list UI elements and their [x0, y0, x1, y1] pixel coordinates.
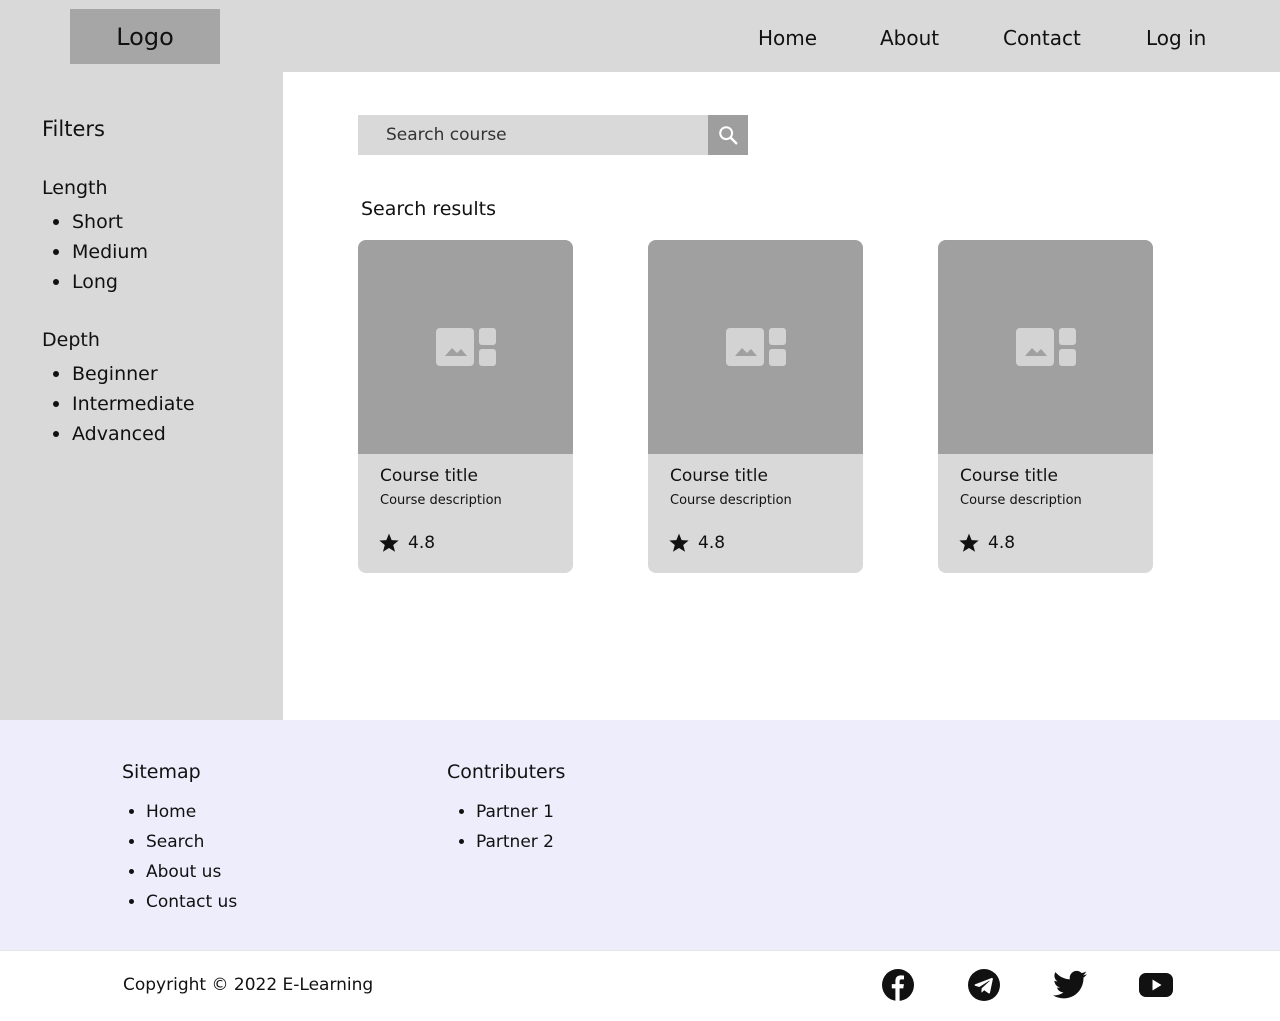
star-icon: [959, 533, 979, 552]
course-rating: 4.8: [378, 532, 435, 554]
image-placeholder-icon: [435, 328, 496, 366]
twitter-icon: [1053, 970, 1087, 999]
image-placeholder-icon: [1015, 328, 1076, 366]
filter-option-long[interactable]: Long: [53, 267, 148, 297]
filter-option-advanced[interactable]: Advanced: [53, 419, 195, 449]
filter-option-beginner[interactable]: Beginner: [53, 359, 195, 389]
star-icon: [669, 533, 689, 552]
course-description: Course description: [380, 493, 502, 508]
nav-about-link[interactable]: About: [880, 26, 939, 50]
course-title: Course title: [670, 466, 768, 486]
course-card[interactable]: Course title Course description 4.8: [648, 240, 863, 573]
sitemap-title: Sitemap: [122, 761, 201, 783]
rating-value: 4.8: [408, 533, 436, 553]
course-thumbnail: [358, 240, 573, 454]
course-thumbnail: [938, 240, 1153, 454]
course-rating: 4.8: [958, 532, 1015, 554]
youtube-link[interactable]: [1139, 968, 1173, 1002]
course-description: Course description: [670, 493, 792, 508]
filter-list-depth: Beginner Intermediate Advanced: [53, 359, 195, 449]
course-title: Course title: [960, 466, 1058, 486]
course-card[interactable]: Course title Course description 4.8: [938, 240, 1153, 573]
telegram-icon: [968, 969, 1000, 1001]
facebook-link[interactable]: [881, 968, 915, 1002]
twitter-link[interactable]: [1053, 968, 1087, 1002]
search-input[interactable]: [358, 115, 708, 155]
star-icon: [379, 533, 399, 552]
sitemap-link-about[interactable]: About us: [128, 857, 237, 887]
filters-title: Filters: [42, 117, 105, 141]
copyright-text: Copyright © 2022 E-Learning: [123, 975, 374, 995]
telegram-link[interactable]: [967, 968, 1001, 1002]
contributer-link-partner-1[interactable]: Partner 1: [458, 797, 554, 827]
filter-list-length: Short Medium Long: [53, 207, 148, 297]
contributers-list: Partner 1 Partner 2: [458, 797, 554, 857]
sitemap-link-home[interactable]: Home: [128, 797, 237, 827]
filter-group-depth-title: Depth: [42, 329, 100, 351]
course-title: Course title: [380, 466, 478, 486]
filter-option-short[interactable]: Short: [53, 207, 148, 237]
filter-option-medium[interactable]: Medium: [53, 237, 148, 267]
search-icon: [719, 126, 738, 145]
search-results-title: Search results: [361, 198, 496, 220]
nav-home-link[interactable]: Home: [758, 26, 817, 50]
search-button[interactable]: [708, 115, 748, 155]
rating-value: 4.8: [698, 533, 726, 553]
course-description: Course description: [960, 493, 1082, 508]
filter-group-length-title: Length: [42, 177, 108, 199]
sitemap-link-contact[interactable]: Contact us: [128, 887, 237, 917]
image-placeholder-icon: [725, 328, 786, 366]
nav-login-link[interactable]: Log in: [1146, 26, 1206, 50]
contributers-title: Contributers: [447, 761, 566, 783]
course-rating: 4.8: [668, 532, 725, 554]
course-thumbnail: [648, 240, 863, 454]
contributer-link-partner-2[interactable]: Partner 2: [458, 827, 554, 857]
sitemap-list: Home Search About us Contact us: [128, 797, 237, 917]
logo[interactable]: Logo: [70, 9, 220, 64]
sitemap-link-search[interactable]: Search: [128, 827, 237, 857]
facebook-icon: [882, 969, 914, 1001]
youtube-icon: [1139, 973, 1173, 997]
rating-value: 4.8: [988, 533, 1016, 553]
course-card[interactable]: Course title Course description 4.8: [358, 240, 573, 573]
nav-contact-link[interactable]: Contact: [1003, 26, 1081, 50]
header: Logo Home About Contact Log in: [0, 0, 1280, 72]
filter-option-intermediate[interactable]: Intermediate: [53, 389, 195, 419]
